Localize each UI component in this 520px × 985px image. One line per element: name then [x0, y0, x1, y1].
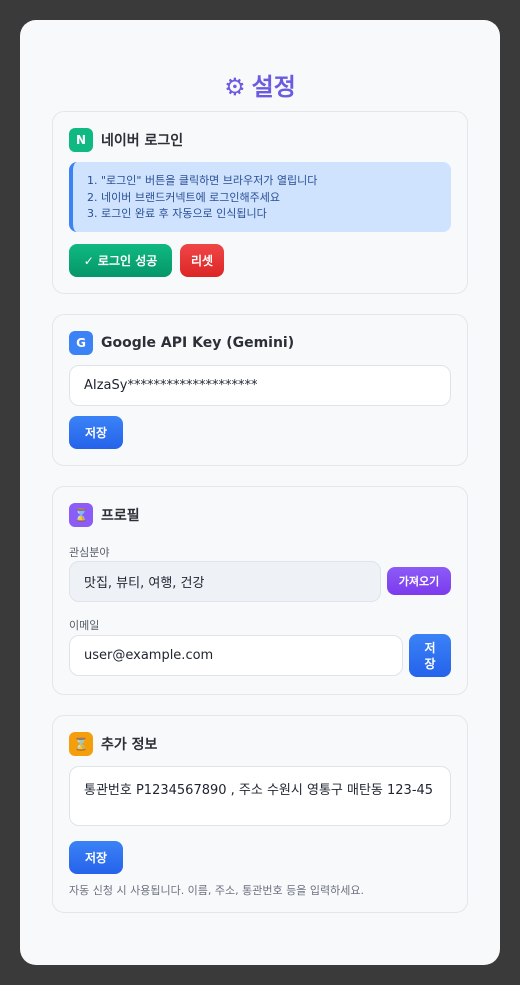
google-card-title: Google API Key (Gemini)	[101, 335, 295, 351]
reset-button[interactable]: 리셋	[180, 244, 224, 277]
profile-card: ⌛ 프로필 관심분야 맛집, 뷰티, 여행, 건강 가져오기 이메일 user@…	[52, 486, 468, 695]
api-key-input[interactable]: AIzaSy********************	[69, 365, 451, 406]
login-success-button[interactable]: ✓ 로그인 성공	[69, 244, 172, 277]
email-input[interactable]: user@example.com	[69, 635, 403, 676]
gear-icon: ⚙	[224, 73, 246, 101]
extra-hint-text: 자동 신청 시 사용됩니다. 이름, 주소, 통관번호 등을 입력하세요.	[69, 884, 364, 897]
email-save-button[interactable]: 저 장	[409, 634, 451, 677]
instruction-step: 3. 로그인 완료 후 자동으로 인식됩니다	[87, 207, 267, 220]
naver-card-title: 네이버 로그인	[101, 133, 184, 149]
page-title: ⚙ 설정	[20, 72, 500, 102]
settings-panel: ⚙ 설정 N 네이버 로그인 1. "로그인" 버튼을 클릭하면 브라우저가 열립…	[20, 20, 500, 965]
extra-info-card: ⌛ 추가 정보 통관번호 P1234567890 , 주소 수원시 영통구 매탄…	[52, 715, 468, 913]
instruction-step: 1. "로그인" 버튼을 클릭하면 브라우저가 열립니다	[87, 174, 318, 187]
naver-login-card: N 네이버 로그인 1. "로그인" 버튼을 클릭하면 브라우저가 열립니다 2…	[52, 111, 468, 294]
api-key-save-button[interactable]: 저장	[69, 416, 123, 449]
extra-card-title: 추가 정보	[101, 737, 158, 753]
instruction-step: 2. 네이버 브랜드커넥트에 로그인해주세요	[87, 190, 281, 204]
hourglass-icon: ⌛	[69, 732, 93, 756]
hourglass-icon: ⌛	[69, 503, 93, 527]
extra-card-header: ⌛ 추가 정보	[69, 732, 157, 756]
google-card-header: G Google API Key (Gemini)	[69, 331, 294, 355]
profile-card-header: ⌛ 프로필	[69, 503, 140, 527]
naver-badge-icon: N	[69, 128, 93, 152]
google-api-card: G Google API Key (Gemini) AIzaSy********…	[52, 314, 468, 466]
google-badge-icon: G	[69, 331, 93, 355]
fetch-interests-button[interactable]: 가져오기	[387, 567, 451, 595]
naver-card-header: N 네이버 로그인	[69, 128, 183, 152]
page-title-text: 설정	[251, 73, 296, 101]
naver-instructions: 1. "로그인" 버튼을 클릭하면 브라우저가 열립니다 2. 네이버 브랜드커…	[69, 162, 451, 232]
extra-save-button[interactable]: 저장	[69, 841, 123, 874]
email-label: 이메일	[69, 619, 100, 632]
profile-card-title: 프로필	[101, 508, 140, 524]
interests-label: 관심분야	[69, 546, 110, 559]
extra-info-textarea[interactable]: 통관번호 P1234567890 , 주소 수원시 영통구 매탄동 123-45	[69, 766, 451, 826]
interests-input[interactable]: 맛집, 뷰티, 여행, 건강	[69, 561, 381, 602]
